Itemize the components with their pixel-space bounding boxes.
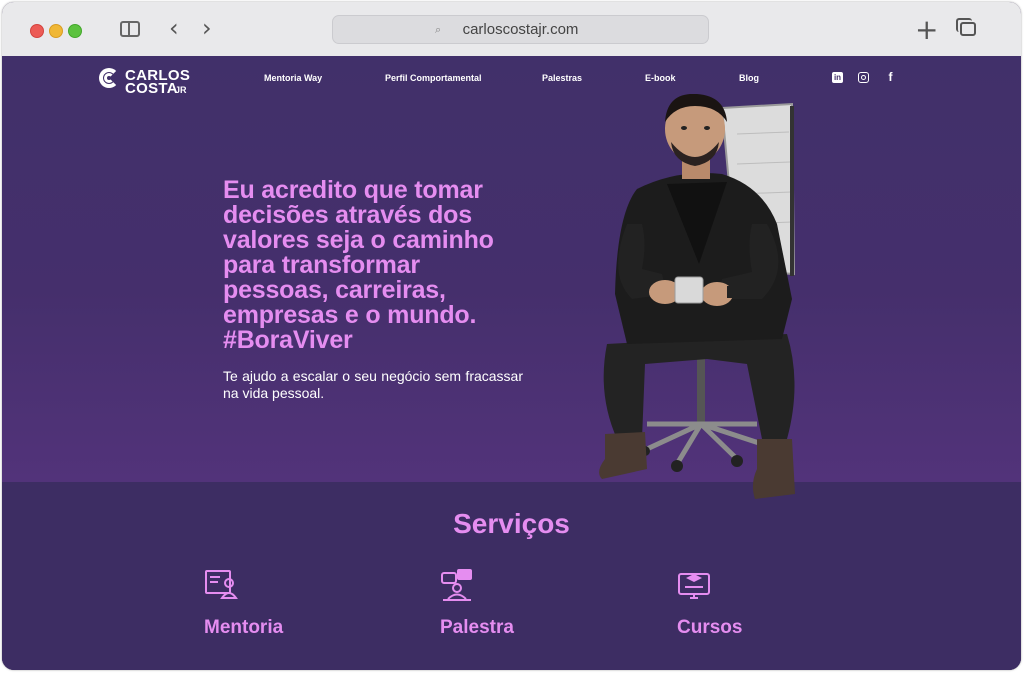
web-page: CARLOS COSTA JR Mentoria Way Perfil Comp… [2, 56, 1021, 670]
minimize-window-button[interactable] [49, 24, 63, 38]
nav-link-perfil-comportamental[interactable]: Perfil Comportamental [385, 73, 482, 83]
nav-link-blog[interactable]: Blog [739, 73, 759, 83]
mentoring-icon [205, 570, 238, 599]
hero-subline: Te ajudo a escalar o seu negócio sem fra… [223, 368, 523, 401]
zoom-window-button[interactable] [68, 24, 82, 38]
speaker-icon [441, 569, 472, 601]
headline-line: valores seja o caminho [223, 226, 494, 254]
url-text: carloscostajr.com [462, 21, 579, 38]
close-window-button[interactable] [30, 24, 44, 38]
forward-arrow-icon[interactable]: › [202, 14, 212, 42]
browser-window: ‹ › ⌕ carloscostajr.com + CARLOS COSTA J… [2, 2, 1021, 670]
headline-line: decisões através dos [223, 201, 472, 229]
nav-link-palestras[interactable]: Palestras [542, 73, 582, 83]
site-logo[interactable]: CARLOS COSTA JR [99, 66, 209, 98]
nav-link-mentoria-way[interactable]: Mentoria Way [264, 73, 322, 83]
linkedin-icon[interactable]: in [832, 72, 843, 83]
headline-hashtag: #BoraViver [223, 326, 353, 354]
sidebar-toggle-icon[interactable] [120, 21, 140, 37]
services-title: Serviços [453, 508, 570, 539]
logo-suffix: JR [175, 85, 187, 95]
logo-line2: COSTA [125, 80, 178, 97]
headline-line: Eu acredito que tomar [223, 176, 483, 204]
new-tab-icon[interactable]: + [915, 13, 938, 46]
instagram-icon[interactable] [858, 72, 869, 83]
facebook-icon[interactable]: f [885, 71, 896, 83]
service-label: Mentoria [204, 617, 284, 638]
headline-line: para transformar [223, 251, 420, 279]
back-arrow-icon[interactable]: ‹ [169, 14, 179, 42]
service-label: Cursos [677, 617, 743, 638]
tab-overview-icon[interactable] [956, 18, 976, 36]
hero-headline: Eu acredito que tomar decisões através d… [223, 178, 553, 353]
headline-line: pessoas, carreiras, [223, 276, 446, 304]
nav-link-ebook[interactable]: E-book [645, 73, 676, 83]
browser-toolbar: ‹ › ⌕ carloscostajr.com + [2, 2, 1021, 57]
headline-line: empresas e o mundo. [223, 301, 477, 329]
service-label: Palestra [440, 617, 514, 638]
address-bar[interactable]: ⌕ carloscostajr.com [332, 15, 709, 44]
online-course-icon [678, 573, 710, 599]
hero-person-photo [599, 94, 796, 499]
logo-mark-inner [104, 73, 114, 83]
